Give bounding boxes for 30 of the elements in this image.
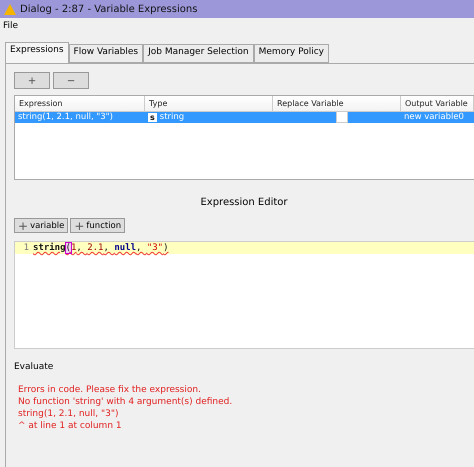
column-header[interactable]: Output Variable <box>401 96 474 112</box>
code-line: string(1, 2.1, null, "3") <box>33 243 169 253</box>
toolbar-button[interactable]: − <box>53 72 89 89</box>
tab[interactable]: Flow Variables <box>68 44 144 63</box>
window-title: Dialog - 2:87 - Variable Expressions <box>20 4 198 14</box>
line-number: 1 <box>22 243 30 253</box>
column-header[interactable]: Expression <box>15 96 145 112</box>
table-cell: string <box>160 112 184 122</box>
toolbar-button[interactable]: + <box>14 72 50 89</box>
column-header[interactable]: Type <box>145 96 273 112</box>
type-icon: s <box>148 112 157 122</box>
warning-icon <box>4 4 16 14</box>
insert-button[interactable]: + function <box>70 218 126 233</box>
code-editor[interactable]: 1 string(1, 2.1, null, "3") <box>14 241 474 349</box>
checkbox[interactable] <box>336 111 348 123</box>
error-message: string(1, 2.1, null, "3") <box>18 409 118 419</box>
tab[interactable]: Expressions <box>5 42 69 63</box>
error-message: ^ at line 1 at column 1 <box>18 421 122 431</box>
error-message: Errors in code. Please fix the expression. <box>18 385 201 395</box>
error-message: No function 'string' with 4 argument(s) defined. <box>18 397 232 407</box>
menu-item[interactable]: File <box>3 20 18 30</box>
table-row[interactable]: string(1, 2.1, null, "3") s string new variable0 <box>15 111 474 123</box>
table-cell: new variable0 <box>404 112 464 122</box>
tab[interactable]: Job Manager Selection <box>143 44 254 63</box>
column-header[interactable]: Replace Variable <box>273 96 401 112</box>
evaluate-label: Evaluate <box>14 362 54 372</box>
editor-title: Expression Editor <box>200 197 288 208</box>
insert-button[interactable]: + variable <box>14 218 68 233</box>
tab[interactable]: Memory Policy <box>254 44 329 63</box>
table-cell: string(1, 2.1, null, "3") <box>18 112 113 122</box>
